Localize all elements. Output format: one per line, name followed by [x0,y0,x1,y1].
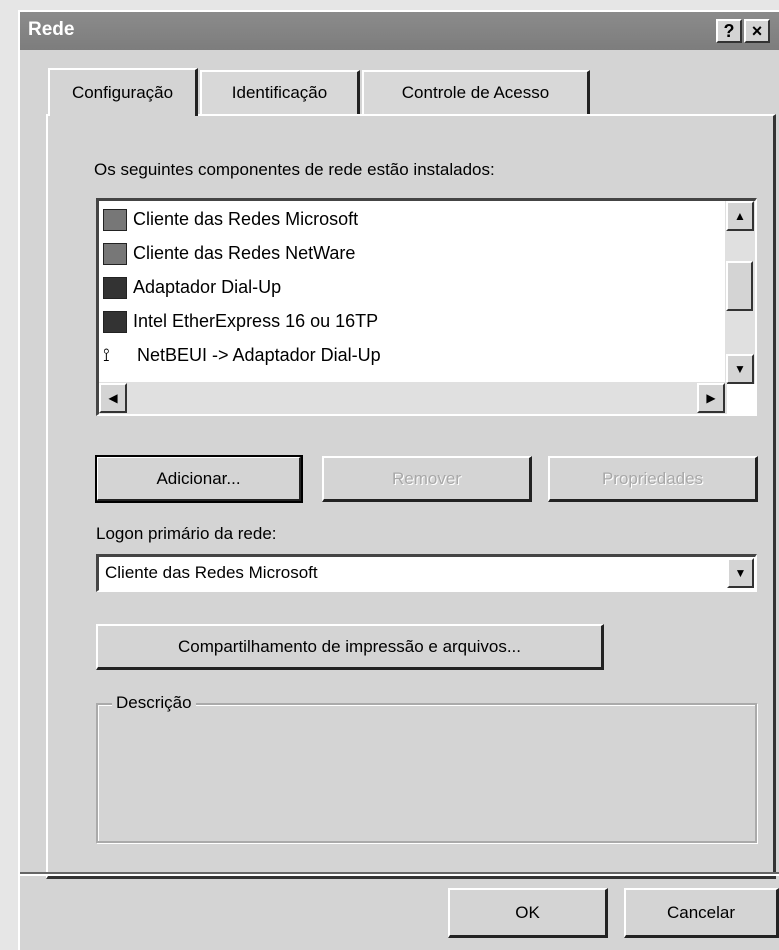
remove-button[interactable]: Remover [322,456,532,502]
arrow-up-icon: ▲ [734,209,746,223]
help-icon: ? [723,21,735,41]
list-item[interactable]: Adaptador Dial-Up [103,271,281,304]
divider [20,872,779,876]
properties-button[interactable]: Propriedades [548,456,758,502]
protocol-icon: ⟟ [103,344,110,365]
network-adapter-icon [103,310,127,333]
arrow-right-icon: ▶ [706,391,716,405]
list-item[interactable]: ⟟ NetBEUI -> Adaptador Dial-Up [103,339,381,372]
vertical-scrollbar[interactable]: ▲ ▼ [725,201,755,384]
scroll-up-button[interactable]: ▲ [726,201,754,231]
window-title: Rede [28,19,75,40]
tab-controle-de-acesso[interactable]: Controle de Acesso [362,70,590,114]
title-bar[interactable]: Rede ? × [20,12,779,50]
primary-logon-select[interactable]: Cliente das Redes Microsoft ▼ [96,554,757,592]
list-item-label: NetBEUI -> Adaptador Dial-Up [137,345,381,365]
scroll-right-button[interactable]: ▶ [697,383,725,413]
network-dialog: Rede ? × Configuração Identificação Cont… [18,10,779,950]
primary-logon-value: Cliente das Redes Microsoft [105,563,318,582]
components-list[interactable]: Cliente das Redes Microsoft Cliente das … [96,198,757,416]
tab-identificacao[interactable]: Identificação [200,70,360,114]
help-button[interactable]: ? [716,19,742,43]
ok-button[interactable]: OK [448,888,608,938]
horizontal-scrollbar[interactable]: ◀ ▶ [99,382,727,414]
client-icon [103,208,127,231]
network-adapter-icon [103,276,127,299]
cancel-button[interactable]: Cancelar [624,888,779,938]
list-item-label: Cliente das Redes NetWare [133,243,356,263]
file-print-sharing-button[interactable]: Compartilhamento de impressão e arquivos… [96,624,604,670]
arrow-left-icon: ◀ [108,391,118,405]
chevron-down-icon: ▼ [734,566,747,580]
list-item-label: Intel EtherExpress 16 ou 16TP [133,311,379,331]
configuration-panel: Os seguintes componentes de rede estão i… [46,114,776,879]
description-legend: Descrição [112,693,196,713]
components-label: Os seguintes componentes de rede estão i… [94,160,495,179]
scroll-thumb[interactable] [726,261,753,311]
list-item-label: Adaptador Dial-Up [133,277,282,297]
add-button[interactable]: Adicionar... [95,455,303,503]
dropdown-button[interactable]: ▼ [727,558,754,588]
arrow-down-icon: ▼ [734,362,746,376]
scroll-down-button[interactable]: ▼ [726,354,754,384]
close-button[interactable]: × [744,19,770,43]
client-icon [103,242,127,265]
logon-label: Logon primário da rede: [96,524,277,543]
scroll-left-button[interactable]: ◀ [99,383,127,413]
description-group: Descrição [96,693,757,843]
list-item[interactable]: Intel EtherExpress 16 ou 16TP [103,305,378,338]
list-item-label: Cliente das Redes Microsoft [133,209,359,229]
close-icon: × [751,21,763,41]
tab-configuracao[interactable]: Configuração [48,68,198,116]
list-item[interactable]: Cliente das Redes NetWare [103,237,355,270]
list-item[interactable]: Cliente das Redes Microsoft [103,203,358,236]
